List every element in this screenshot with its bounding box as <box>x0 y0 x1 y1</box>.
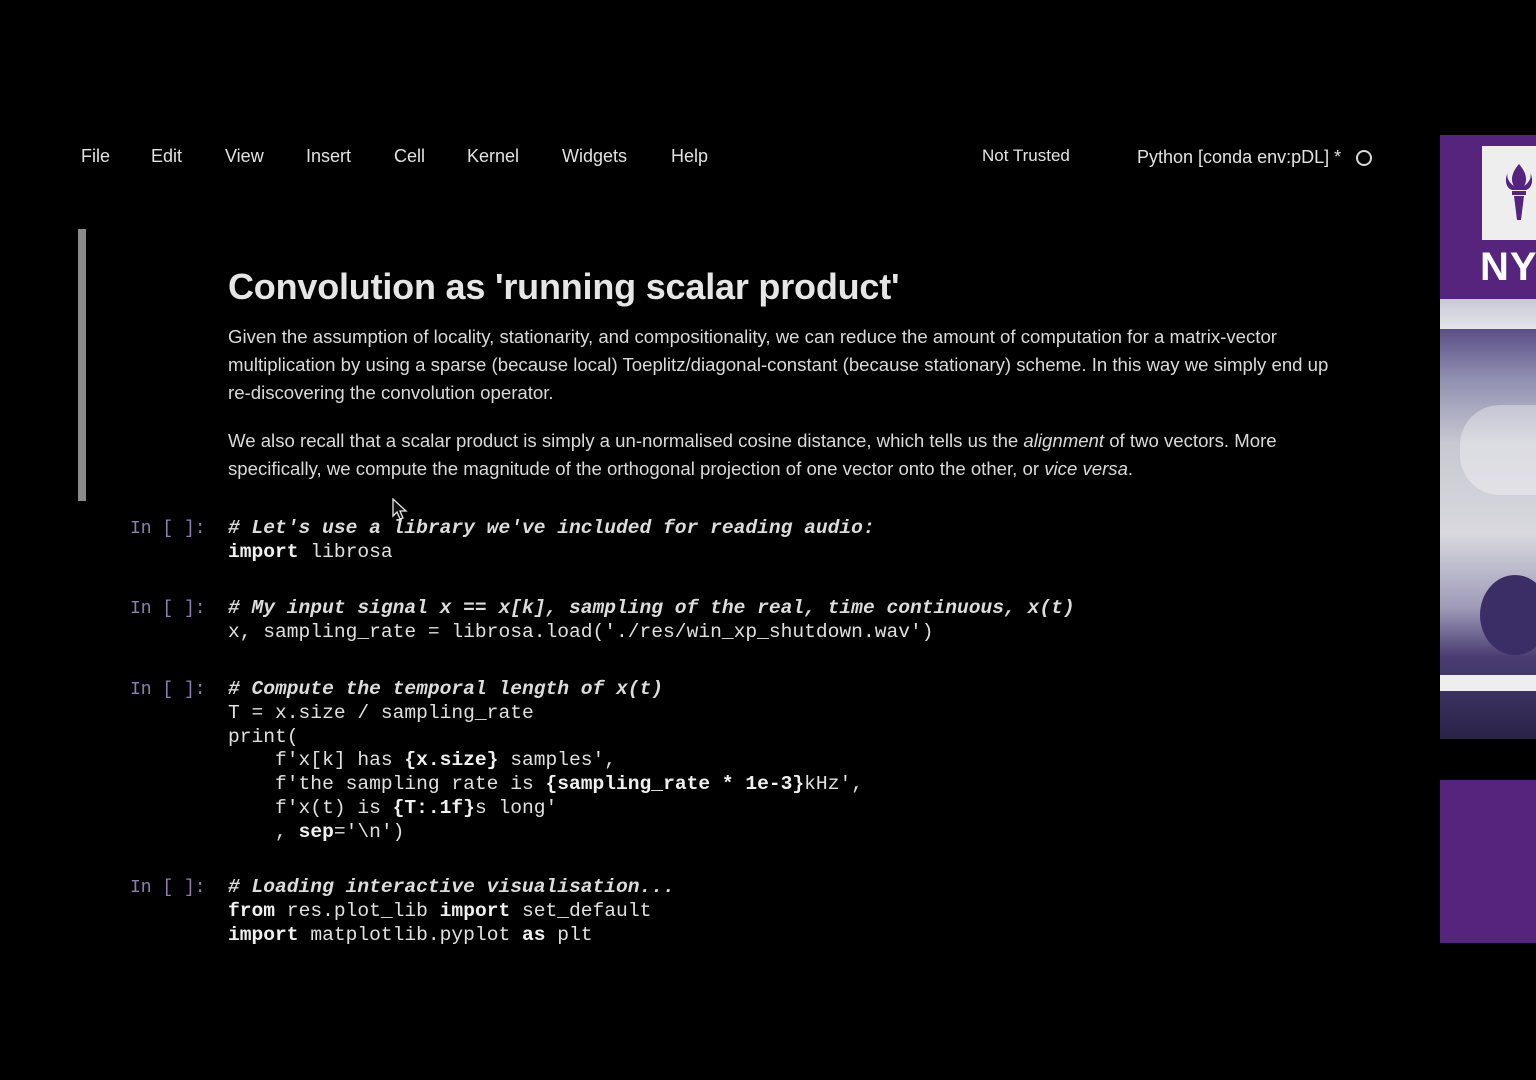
notebook-menubar: File Edit View Insert Cell Kernel Widget… <box>0 138 1420 178</box>
nyu-banner <box>1440 780 1536 943</box>
webcam-frame <box>1440 299 1536 329</box>
code-text: T = x.size / sampling_rate <box>228 701 534 724</box>
menu-edit[interactable]: Edit <box>151 146 182 167</box>
nyu-logo: NY <box>1440 135 1536 299</box>
webcam-overlay: NY <box>1440 135 1536 943</box>
code-keyword: {T:.1f} <box>392 796 475 819</box>
markdown-paragraph: We also recall that a scalar product is … <box>228 427 1348 483</box>
code-text: kHz', <box>804 773 863 796</box>
paragraph-text: We also recall that a scalar product is … <box>228 430 1024 451</box>
emphasis-text: alignment <box>1023 430 1105 451</box>
menu-help[interactable]: Help <box>671 146 708 167</box>
code-keyword: sep <box>298 820 334 843</box>
code-line: f'x(t) is {T:.1f}s long' <box>228 797 863 821</box>
screen: File Edit View Insert Cell Kernel Widget… <box>0 0 1536 1080</box>
code-line: f'the sampling rate is {sampling_rate * … <box>228 773 863 797</box>
trust-status-button[interactable]: Not Trusted <box>982 146 1070 166</box>
code-keyword: {x.size} <box>404 749 499 772</box>
code-comment: # Compute the temporal length of x(t) <box>228 678 664 700</box>
code-line: T = x.size / sampling_rate <box>228 702 863 726</box>
code-line: x, sampling_rate = librosa.load('./res/w… <box>228 621 1075 645</box>
code-line: # Loading interactive visualisation... <box>228 876 675 900</box>
webcam-detail <box>1440 675 1536 691</box>
code-comment: # My input signal x == x[k], sampling of… <box>228 597 1075 619</box>
code-text: res.plot_lib <box>275 899 440 922</box>
kernel-idle-indicator-icon <box>1356 150 1372 166</box>
markdown-paragraph: Given the assumption of locality, statio… <box>228 326 1329 403</box>
code-text: print( <box>228 725 299 748</box>
markdown-heading: Convolution as 'running scalar product' <box>228 266 900 307</box>
code-comment: # Let's use a library we've included for… <box>228 517 875 539</box>
menu-file[interactable]: File <box>81 146 110 167</box>
code-input[interactable]: # My input signal x == x[k], sampling of… <box>228 597 1075 645</box>
input-prompt: In [ ]: <box>130 680 206 700</box>
menu-view[interactable]: View <box>225 146 264 167</box>
nyu-logo-text: NY <box>1480 245 1536 289</box>
menu-cell[interactable]: Cell <box>394 146 425 167</box>
markdown-cell[interactable]: Convolution as 'running scalar product' … <box>228 262 1348 483</box>
code-line: # Let's use a library we've included for… <box>228 517 875 541</box>
code-text: samples', <box>498 749 617 772</box>
code-text: , <box>228 820 299 843</box>
code-keyword: import <box>228 540 299 563</box>
code-text: librosa <box>298 540 393 563</box>
code-line: # Compute the temporal length of x(t) <box>228 678 863 702</box>
emphasis-text: vice versa <box>1044 458 1128 479</box>
code-keyword: import <box>228 923 299 946</box>
mouse-cursor-icon <box>392 498 408 520</box>
torch-icon <box>1482 146 1536 240</box>
code-text: set_default <box>510 899 652 922</box>
code-keyword: as <box>521 923 546 946</box>
code-text: f'x(t) is <box>228 796 393 819</box>
code-keyword: {sampling_rate * 1e-3} <box>545 773 805 796</box>
code-line: f'x[k] has {x.size} samples', <box>228 749 863 773</box>
code-comment: # Loading interactive visualisation... <box>228 876 675 898</box>
code-line: # My input signal x == x[k], sampling of… <box>228 597 1075 621</box>
webcam-detail <box>1460 405 1536 495</box>
kernel-name[interactable]: Python [conda env:pDL] * <box>1137 147 1341 168</box>
code-text: plt <box>545 923 593 946</box>
menu-kernel[interactable]: Kernel <box>467 146 519 167</box>
code-text: matplotlib.pyplot <box>298 923 522 946</box>
menu-widgets[interactable]: Widgets <box>562 146 627 167</box>
code-text: f'x[k] has <box>228 749 405 772</box>
code-keyword: from <box>228 899 276 922</box>
input-prompt: In [ ]: <box>130 519 206 539</box>
code-text: s long' <box>474 796 558 819</box>
code-text: f'the sampling rate is <box>228 773 546 796</box>
code-input[interactable]: # Loading interactive visualisation... fr… <box>228 876 675 947</box>
code-input[interactable]: # Let's use a library we've included for… <box>228 517 875 565</box>
code-keyword: import <box>439 899 511 922</box>
code-input[interactable]: # Compute the temporal length of x(t) T =… <box>228 678 863 845</box>
input-prompt: In [ ]: <box>130 878 206 898</box>
code-text: ='\n') <box>333 820 405 843</box>
paragraph-text: . <box>1127 458 1134 479</box>
code-text: x, sampling_rate = librosa.load('./res/w… <box>228 620 934 643</box>
menu-insert[interactable]: Insert <box>306 146 351 167</box>
code-line: import matplotlib.pyplot as plt <box>228 924 675 948</box>
input-prompt: In [ ]: <box>130 599 206 619</box>
cell-selection-bar <box>78 229 86 501</box>
code-line: print( <box>228 726 863 750</box>
code-line: , sep='\n') <box>228 821 863 845</box>
code-line: import librosa <box>228 541 875 565</box>
code-line: from res.plot_lib import set_default <box>228 900 675 924</box>
